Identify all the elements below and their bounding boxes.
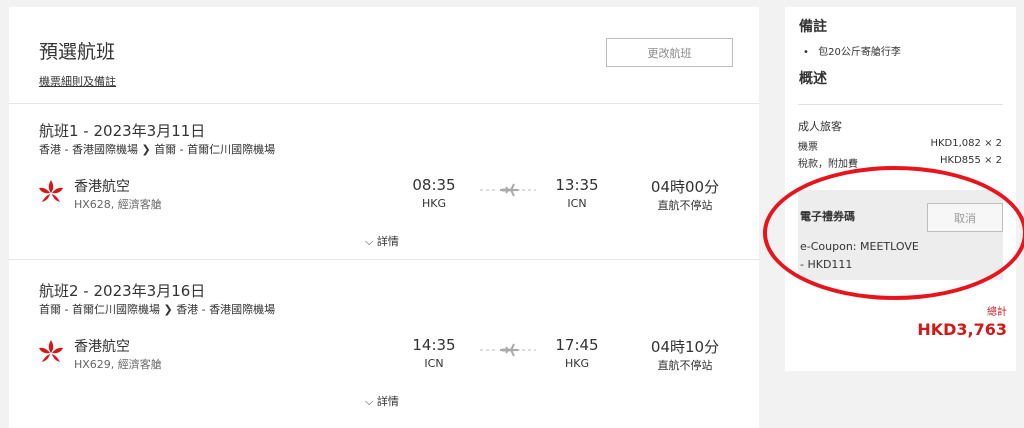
chevron-down-icon: ⌵ — [365, 395, 374, 408]
divider — [9, 103, 759, 104]
flight-route: 香港 - 香港國際機場 ❯ 首爾 - 首爾仁川國際機場 — [39, 141, 275, 157]
flight-title: 航班2 - 2023年3月16日 — [39, 282, 206, 300]
flight-summary-panel: 預選航班 機票細則及備註 更改航班 航班1 - 2023年3月11日 香港 - … — [9, 7, 759, 428]
route-origin: 首爾 - 首爾仁川國際機場 — [39, 303, 160, 316]
airline-name: 香港航空 — [74, 339, 130, 355]
arrival-code: ICN — [567, 197, 587, 210]
terms-link[interactable]: 機票細則及備註 — [39, 73, 116, 89]
coupon-discount: - HKD111 — [800, 258, 853, 271]
remarks-title: 備註 — [799, 19, 827, 35]
details-toggle[interactable]: ⌵ 詳情 — [365, 393, 399, 409]
price-summary-panel: 備註 • 包20公斤寄艙行李 概述 成人旅客 機票 HKD1,082 × 2 稅… — [785, 7, 1016, 371]
flight-title: 航班1 - 2023年3月11日 — [39, 122, 206, 140]
passenger-type: 成人旅客 — [798, 120, 842, 133]
fare-label: 機票 — [798, 142, 818, 153]
stops-label: 直航不停站 — [657, 359, 713, 372]
total-price: HKD3,763 — [917, 320, 1007, 339]
coupon-code: e-Coupon: MEETLOVE — [800, 240, 919, 253]
coupon-section: 電子禮券碼 取消 e-Coupon: MEETLOVE - HKD111 — [798, 190, 1003, 280]
divider — [9, 259, 759, 260]
flight-duration: 04時10分 — [650, 338, 720, 356]
departure-time: 14:35 — [412, 336, 456, 354]
tax-label: 稅款，附加費 — [798, 159, 858, 170]
flight-route: 首爾 - 首爾仁川國際機場 ❯ 香港 - 香港國際機場 — [39, 301, 275, 317]
details-toggle[interactable]: ⌵ 詳情 — [365, 233, 399, 249]
flight-number: HX629, 經濟客艙 — [74, 358, 162, 371]
stops-label: 直航不停站 — [657, 199, 713, 212]
change-flight-button[interactable]: 更改航班 — [606, 38, 733, 67]
details-label: 詳情 — [376, 395, 399, 408]
plane-icon — [480, 183, 536, 197]
airline-logo-icon — [39, 340, 63, 362]
departure-code: HKG — [421, 197, 446, 210]
plane-icon — [480, 343, 536, 357]
arrival-time: 13:35 — [555, 176, 599, 194]
flight-duration: 04時00分 — [650, 178, 720, 196]
fare-value: HKD1,082 × 2 — [930, 138, 1002, 149]
total-label: 總計 — [987, 307, 1007, 318]
route-destination: 首爾 - 首爾仁川國際機場 — [154, 143, 276, 156]
arrival-time: 17:45 — [555, 336, 599, 354]
details-label: 詳情 — [376, 235, 399, 248]
bullet-icon: • — [803, 47, 809, 58]
airline-name: 香港航空 — [74, 179, 130, 195]
tax-value: HKD855 × 2 — [940, 155, 1002, 166]
coupon-title: 電子禮券碼 — [800, 210, 855, 223]
chevron-down-icon: ⌵ — [365, 235, 374, 248]
remarks-item: • 包20公斤寄艙行李 — [803, 43, 901, 58]
departure-time: 08:35 — [412, 176, 456, 194]
divider — [798, 104, 1003, 105]
arrival-code: HKG — [564, 357, 589, 370]
route-destination: 香港 - 香港國際機場 — [176, 303, 276, 316]
route-arrow-icon: ❯ — [163, 303, 173, 316]
airline-logo-icon — [39, 180, 63, 202]
remarks-item-text: 包20公斤寄艙行李 — [818, 47, 901, 58]
overview-title: 概述 — [799, 71, 827, 87]
departure-code: ICN — [424, 357, 444, 370]
route-origin: 香港 - 香港國際機場 — [39, 143, 138, 156]
flight-number: HX628, 經濟客艙 — [74, 198, 162, 211]
route-arrow-icon: ❯ — [141, 143, 151, 156]
page-title: 預選航班 — [39, 41, 116, 63]
coupon-cancel-button[interactable]: 取消 — [927, 203, 1003, 232]
